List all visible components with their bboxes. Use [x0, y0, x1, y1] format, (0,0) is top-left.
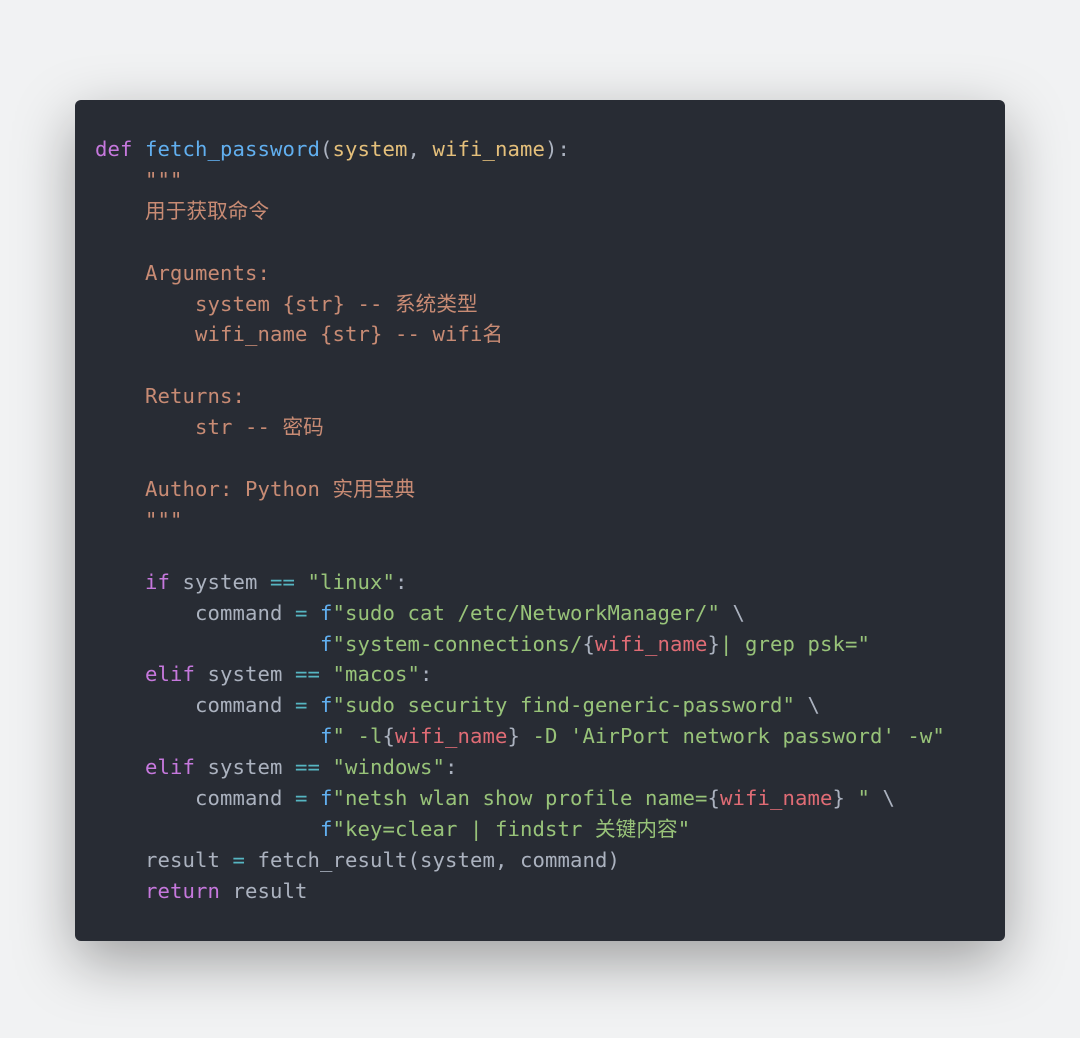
- code-line: result = fetch_result(system, command): [95, 848, 620, 872]
- code-line: return result: [95, 879, 308, 903]
- code-line: Arguments:: [95, 261, 270, 285]
- code-line: Returns:: [95, 384, 245, 408]
- code-block: def fetch_password(system, wifi_name): "…: [95, 134, 985, 907]
- code-card: def fetch_password(system, wifi_name): "…: [75, 100, 1005, 941]
- code-line: f"system-connections/{wifi_name}| grep p…: [95, 632, 870, 656]
- code-line: 用于获取命令: [95, 199, 269, 223]
- code-line: command = f"sudo cat /etc/NetworkManager…: [95, 601, 745, 625]
- page-canvas: def fetch_password(system, wifi_name): "…: [0, 0, 1080, 1038]
- code-line: f"key=clear | findstr 关键内容": [95, 817, 690, 841]
- code-line: system {str} -- 系统类型: [95, 292, 478, 316]
- code-line: str -- 密码: [95, 415, 324, 439]
- code-line: wifi_name {str} -- wifi名: [95, 322, 503, 346]
- code-line: command = f"sudo security find-generic-p…: [95, 693, 820, 717]
- code-line: elif system == "macos":: [95, 662, 433, 686]
- code-line: elif system == "windows":: [95, 755, 458, 779]
- code-line: Author: Python 实用宝典: [95, 477, 415, 501]
- code-line: if system == "linux":: [95, 570, 408, 594]
- code-line: """: [95, 508, 183, 532]
- code-line: f" -l{wifi_name} -D 'AirPort network pas…: [95, 724, 945, 748]
- code-line: command = f"netsh wlan show profile name…: [95, 786, 895, 810]
- code-line: """: [95, 168, 183, 192]
- code-line: def fetch_password(system, wifi_name):: [95, 137, 570, 161]
